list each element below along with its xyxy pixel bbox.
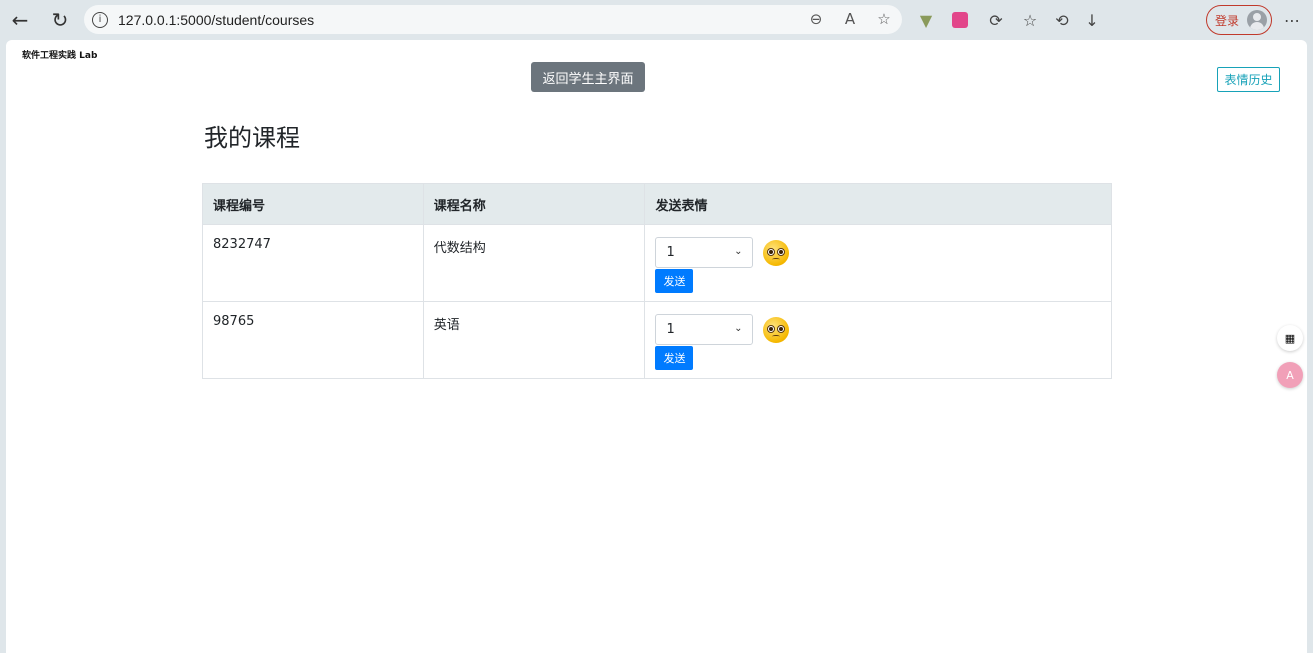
emoji-select-value: 1	[666, 322, 675, 337]
courses-table: 课程编号 课程名称 发送表情 8232747 代数结构 1 ⌄ 发送 98765…	[202, 183, 1112, 379]
extension-v-icon[interactable]: ▼	[914, 8, 938, 32]
header-send-emoji: 发送表情	[644, 183, 1112, 225]
zoom-icon[interactable]: ⊖	[806, 9, 826, 29]
pleading-face-icon	[763, 239, 790, 266]
history-icon[interactable]: ⟲	[1050, 8, 1074, 32]
course-name: 代数结构	[422, 224, 646, 302]
header-course-name: 课程名称	[422, 183, 646, 225]
send-button[interactable]: 发送	[655, 269, 694, 293]
favorites-icon[interactable]: ☆	[1018, 8, 1042, 32]
emoji-select-value: 1	[666, 245, 675, 260]
course-name: 英语	[422, 301, 646, 379]
table-header-row: 课程编号 课程名称 发送表情	[202, 183, 1112, 225]
course-id: 98765	[202, 301, 424, 379]
extensions-icon[interactable]: ⟳	[984, 8, 1008, 32]
send-emoji-cell: 1 ⌄ 发送	[644, 224, 1112, 302]
refresh-icon[interactable]: ↻	[46, 6, 74, 34]
login-label: 登录	[1215, 13, 1240, 28]
emoji-select[interactable]: 1 ⌄	[655, 314, 754, 345]
emoji-history-button[interactable]: 表情历史	[1217, 67, 1280, 92]
send-emoji-cell: 1 ⌄ 发送	[644, 301, 1112, 379]
translate-extension-icon[interactable]	[948, 8, 972, 32]
url-text[interactable]: 127.0.0.1:5000/student/courses	[118, 12, 314, 28]
chevron-down-icon: ⌄	[734, 246, 743, 257]
header-course-id: 课程编号	[202, 183, 424, 225]
course-id: 8232747	[202, 224, 424, 302]
browser-toolbar: ← ↻ i 127.0.0.1:5000/student/courses ⊖ A…	[0, 0, 1313, 40]
app-grid-icon[interactable]: ▦	[1277, 325, 1303, 351]
page-title: 我的课程	[204, 124, 300, 152]
address-bar[interactable]: i 127.0.0.1:5000/student/courses ⊖ A ☆	[84, 5, 902, 34]
page-content: 软件工程实践 Lab 返回学生主界面 表情历史 我的课程 课程编号 课程名称 发…	[6, 40, 1307, 653]
back-to-student-home-button[interactable]: 返回学生主界面	[531, 62, 645, 92]
chevron-down-icon: ⌄	[734, 323, 743, 334]
read-aloud-icon[interactable]: A	[840, 9, 860, 29]
avatar-icon	[1247, 10, 1267, 30]
send-button[interactable]: 发送	[655, 346, 694, 370]
table-row: 98765 英语 1 ⌄ 发送	[202, 301, 1112, 379]
brand-label: 软件工程实践 Lab	[22, 51, 98, 61]
favorite-star-icon[interactable]: ☆	[874, 9, 894, 29]
downloads-icon[interactable]: ↓	[1080, 8, 1104, 32]
profile-login-button[interactable]: 登录	[1206, 5, 1272, 35]
pleading-face-icon	[763, 316, 790, 343]
site-info-icon[interactable]: i	[92, 11, 108, 28]
more-menu-icon[interactable]: ⋯	[1280, 8, 1304, 32]
back-arrow-icon[interactable]: ←	[6, 6, 34, 34]
table-row: 8232747 代数结构 1 ⌄ 发送	[202, 224, 1112, 302]
translate-float-icon[interactable]: A	[1277, 362, 1303, 388]
emoji-select[interactable]: 1 ⌄	[655, 237, 754, 268]
